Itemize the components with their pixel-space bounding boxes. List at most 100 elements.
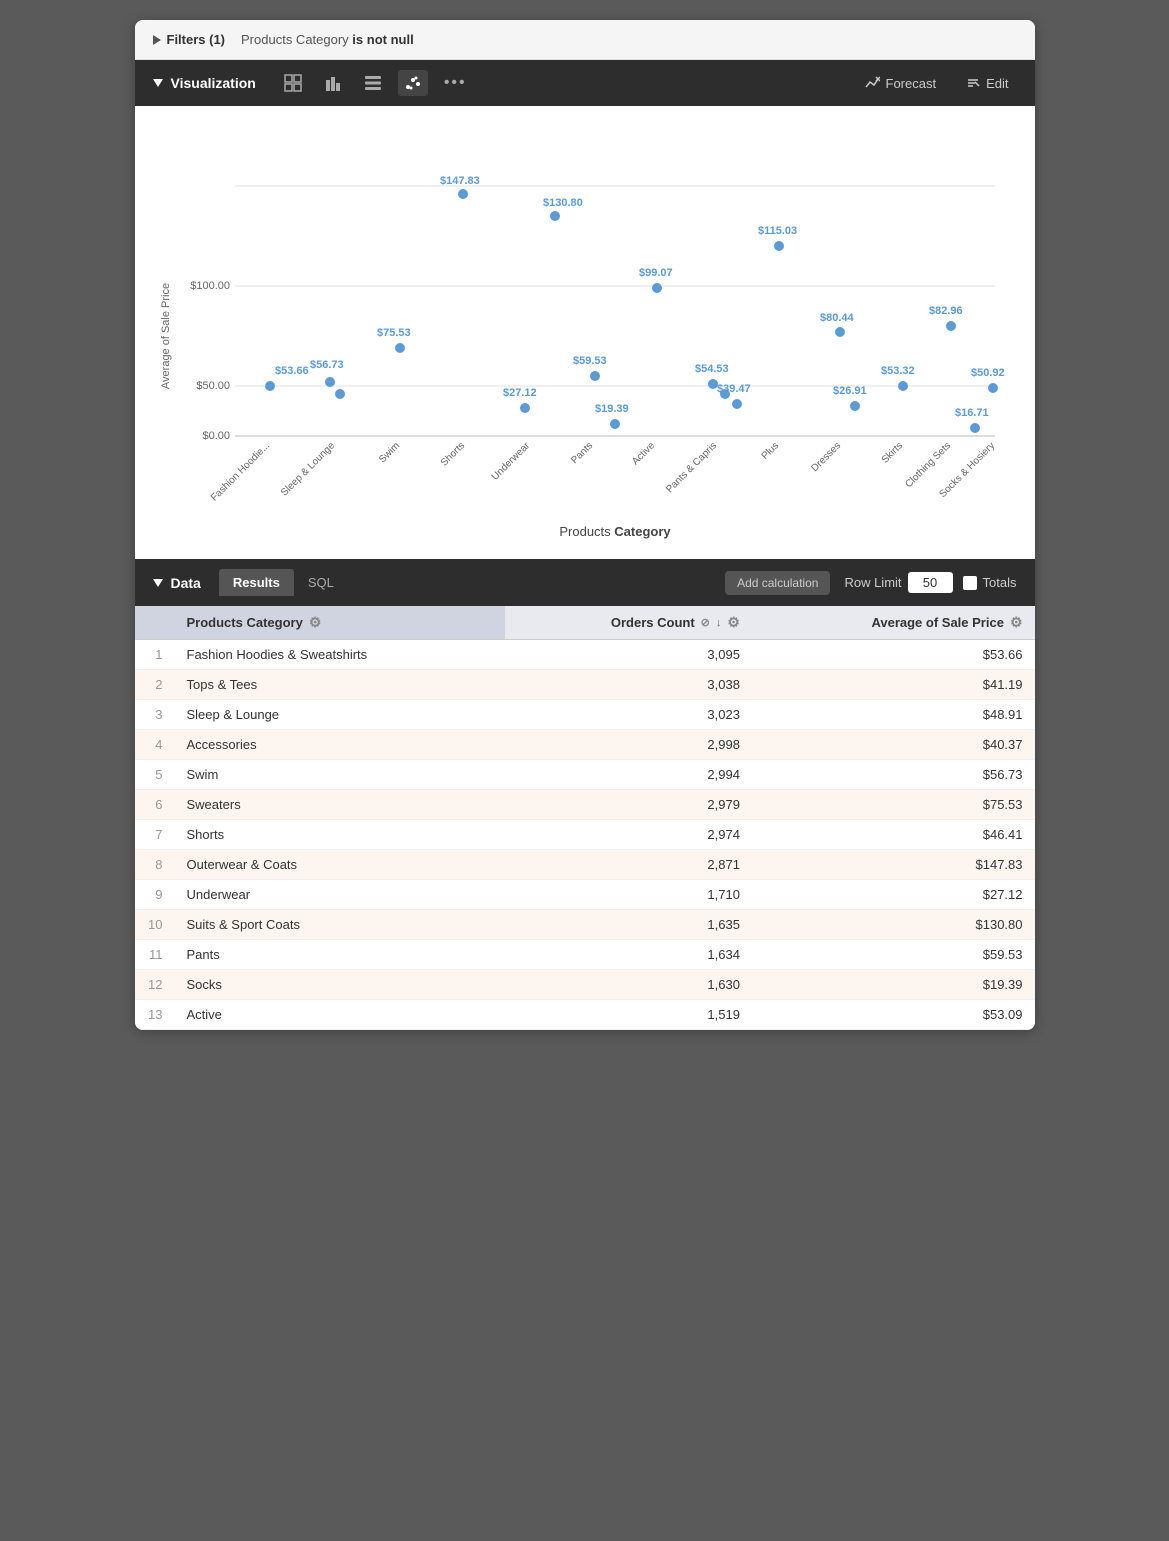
table-view-button[interactable] bbox=[278, 70, 308, 96]
dot-underwear[interactable] bbox=[520, 403, 530, 413]
svg-text:$19.39: $19.39 bbox=[595, 403, 629, 415]
cell-avg-price: $130.80 bbox=[752, 910, 1035, 940]
table-row: 10 Suits & Sport Coats 1,635 $130.80 bbox=[135, 910, 1035, 940]
dot-fashion-hoodies[interactable] bbox=[265, 381, 275, 391]
table-row: 12 Socks 1,630 $19.39 bbox=[135, 970, 1035, 1000]
table-row: 13 Active 1,519 $53.09 bbox=[135, 1000, 1035, 1030]
svg-text:Dresses: Dresses bbox=[809, 440, 843, 474]
svg-text:Shorts: Shorts bbox=[438, 440, 466, 468]
totals-checkbox[interactable] bbox=[963, 576, 977, 590]
cell-avg-price: $59.53 bbox=[752, 940, 1035, 970]
cell-category: Outerwear & Coats bbox=[175, 850, 505, 880]
row-limit-label: Row Limit bbox=[844, 575, 901, 590]
cell-row-num: 4 bbox=[135, 730, 175, 760]
scatter-chart: Average of Sale Price $100.00 $50.00 $0.… bbox=[145, 126, 1025, 546]
cell-orders-count: 1,710 bbox=[505, 880, 752, 910]
dot-suits[interactable] bbox=[550, 211, 560, 221]
cell-orders-count: 3,095 bbox=[505, 640, 752, 670]
th-avg-sale-price: Average of Sale Price ⚙ bbox=[752, 606, 1035, 640]
dot-plus[interactable] bbox=[774, 241, 784, 251]
cell-row-num: 7 bbox=[135, 820, 175, 850]
cell-avg-price: $53.66 bbox=[752, 640, 1035, 670]
svg-text:$53.66: $53.66 bbox=[275, 365, 309, 377]
cell-orders-count: 2,979 bbox=[505, 790, 752, 820]
dot-clothing-sets[interactable] bbox=[946, 321, 956, 331]
svg-text:$50.92: $50.92 bbox=[971, 367, 1005, 379]
svg-text:Pants: Pants bbox=[569, 440, 595, 466]
edit-button[interactable]: Edit bbox=[958, 72, 1016, 95]
cell-row-num: 1 bbox=[135, 640, 175, 670]
data-table-wrapper: Products Category ⚙ Orders Count ⊘ ↓ ⚙ bbox=[135, 606, 1035, 1030]
dot-16[interactable] bbox=[970, 423, 980, 433]
dot-socks[interactable] bbox=[610, 419, 620, 429]
orders-settings-icon[interactable]: ⚙ bbox=[727, 614, 740, 631]
svg-text:$53.32: $53.32 bbox=[881, 365, 915, 377]
th-orders-count: Orders Count ⊘ ↓ ⚙ bbox=[505, 606, 752, 640]
table-row: 11 Pants 1,634 $59.53 bbox=[135, 940, 1035, 970]
table-row: 4 Accessories 2,998 $40.37 bbox=[135, 730, 1035, 760]
dot-sleep-lounge-2[interactable] bbox=[335, 389, 345, 399]
cell-category: Swim bbox=[175, 760, 505, 790]
orders-sort-icon[interactable]: ↓ bbox=[716, 617, 722, 629]
filter-triangle-icon bbox=[153, 35, 161, 45]
cell-category: Fashion Hoodies & Sweatshirts bbox=[175, 640, 505, 670]
filters-label[interactable]: Filters (1) bbox=[153, 32, 226, 47]
dot-dresses-1[interactable] bbox=[835, 327, 845, 337]
filters-bar: Filters (1) Products Category is not nul… bbox=[135, 20, 1035, 60]
filters-text: Filters (1) bbox=[167, 32, 226, 47]
dot-39[interactable] bbox=[732, 399, 742, 409]
cell-avg-price: $41.19 bbox=[752, 670, 1035, 700]
orders-filter-icon[interactable]: ⊘ bbox=[701, 616, 710, 629]
row-limit-input[interactable] bbox=[908, 572, 953, 593]
cell-row-num: 2 bbox=[135, 670, 175, 700]
more-options-button[interactable]: ••• bbox=[438, 70, 473, 96]
cell-row-num: 12 bbox=[135, 970, 175, 1000]
sql-tab[interactable]: SQL bbox=[294, 569, 348, 596]
th-category: Products Category ⚙ bbox=[175, 606, 505, 640]
dot-active[interactable] bbox=[652, 283, 662, 293]
edit-label: Edit bbox=[986, 76, 1008, 91]
dot-sleep-lounge-1[interactable] bbox=[325, 377, 335, 387]
price-settings-icon[interactable]: ⚙ bbox=[1010, 614, 1023, 631]
data-header: Data Results SQL Add calculation Row Lim… bbox=[135, 559, 1035, 606]
svg-text:$130.80: $130.80 bbox=[543, 197, 583, 209]
dot-socks-hosiery[interactable] bbox=[988, 383, 998, 393]
table-row: 3 Sleep & Lounge 3,023 $48.91 bbox=[135, 700, 1035, 730]
add-calculation-button[interactable]: Add calculation bbox=[725, 571, 830, 595]
bar-chart-button[interactable] bbox=[318, 70, 348, 96]
cell-category: Tops & Tees bbox=[175, 670, 505, 700]
cell-orders-count: 2,871 bbox=[505, 850, 752, 880]
svg-text:$54.53: $54.53 bbox=[695, 363, 729, 375]
dot-26[interactable] bbox=[850, 401, 860, 411]
svg-text:Plus: Plus bbox=[759, 440, 781, 462]
dot-pants[interactable] bbox=[590, 371, 600, 381]
cell-avg-price: $40.37 bbox=[752, 730, 1035, 760]
svg-text:$59.53: $59.53 bbox=[573, 355, 607, 367]
cell-orders-count: 2,998 bbox=[505, 730, 752, 760]
table-row: 7 Shorts 2,974 $46.41 bbox=[135, 820, 1035, 850]
dot-swim[interactable] bbox=[395, 343, 405, 353]
cell-avg-price: $56.73 bbox=[752, 760, 1035, 790]
svg-text:$82.96: $82.96 bbox=[929, 305, 963, 317]
visualization-header: Visualization bbox=[135, 60, 1035, 106]
scatter-chart-button[interactable] bbox=[398, 70, 428, 96]
svg-text:$100.00: $100.00 bbox=[190, 280, 230, 292]
dot-skirts[interactable] bbox=[898, 381, 908, 391]
cell-orders-count: 1,634 bbox=[505, 940, 752, 970]
cell-avg-price: $27.12 bbox=[752, 880, 1035, 910]
th-row-num bbox=[135, 606, 175, 640]
cell-orders-count: 3,023 bbox=[505, 700, 752, 730]
cell-row-num: 9 bbox=[135, 880, 175, 910]
svg-text:Skirts: Skirts bbox=[879, 440, 904, 465]
dot-shorts[interactable] bbox=[458, 189, 468, 199]
svg-text:$115.03: $115.03 bbox=[758, 225, 797, 237]
list-view-button[interactable] bbox=[358, 70, 388, 96]
cell-category: Underwear bbox=[175, 880, 505, 910]
cell-category: Pants bbox=[175, 940, 505, 970]
results-tab[interactable]: Results bbox=[219, 569, 294, 596]
forecast-button[interactable]: Forecast bbox=[856, 71, 945, 95]
svg-text:$56.73: $56.73 bbox=[310, 359, 344, 371]
svg-text:Fashion Hoodie...: Fashion Hoodie... bbox=[208, 440, 271, 503]
cell-category: Sleep & Lounge bbox=[175, 700, 505, 730]
category-settings-icon[interactable]: ⚙ bbox=[309, 614, 322, 631]
